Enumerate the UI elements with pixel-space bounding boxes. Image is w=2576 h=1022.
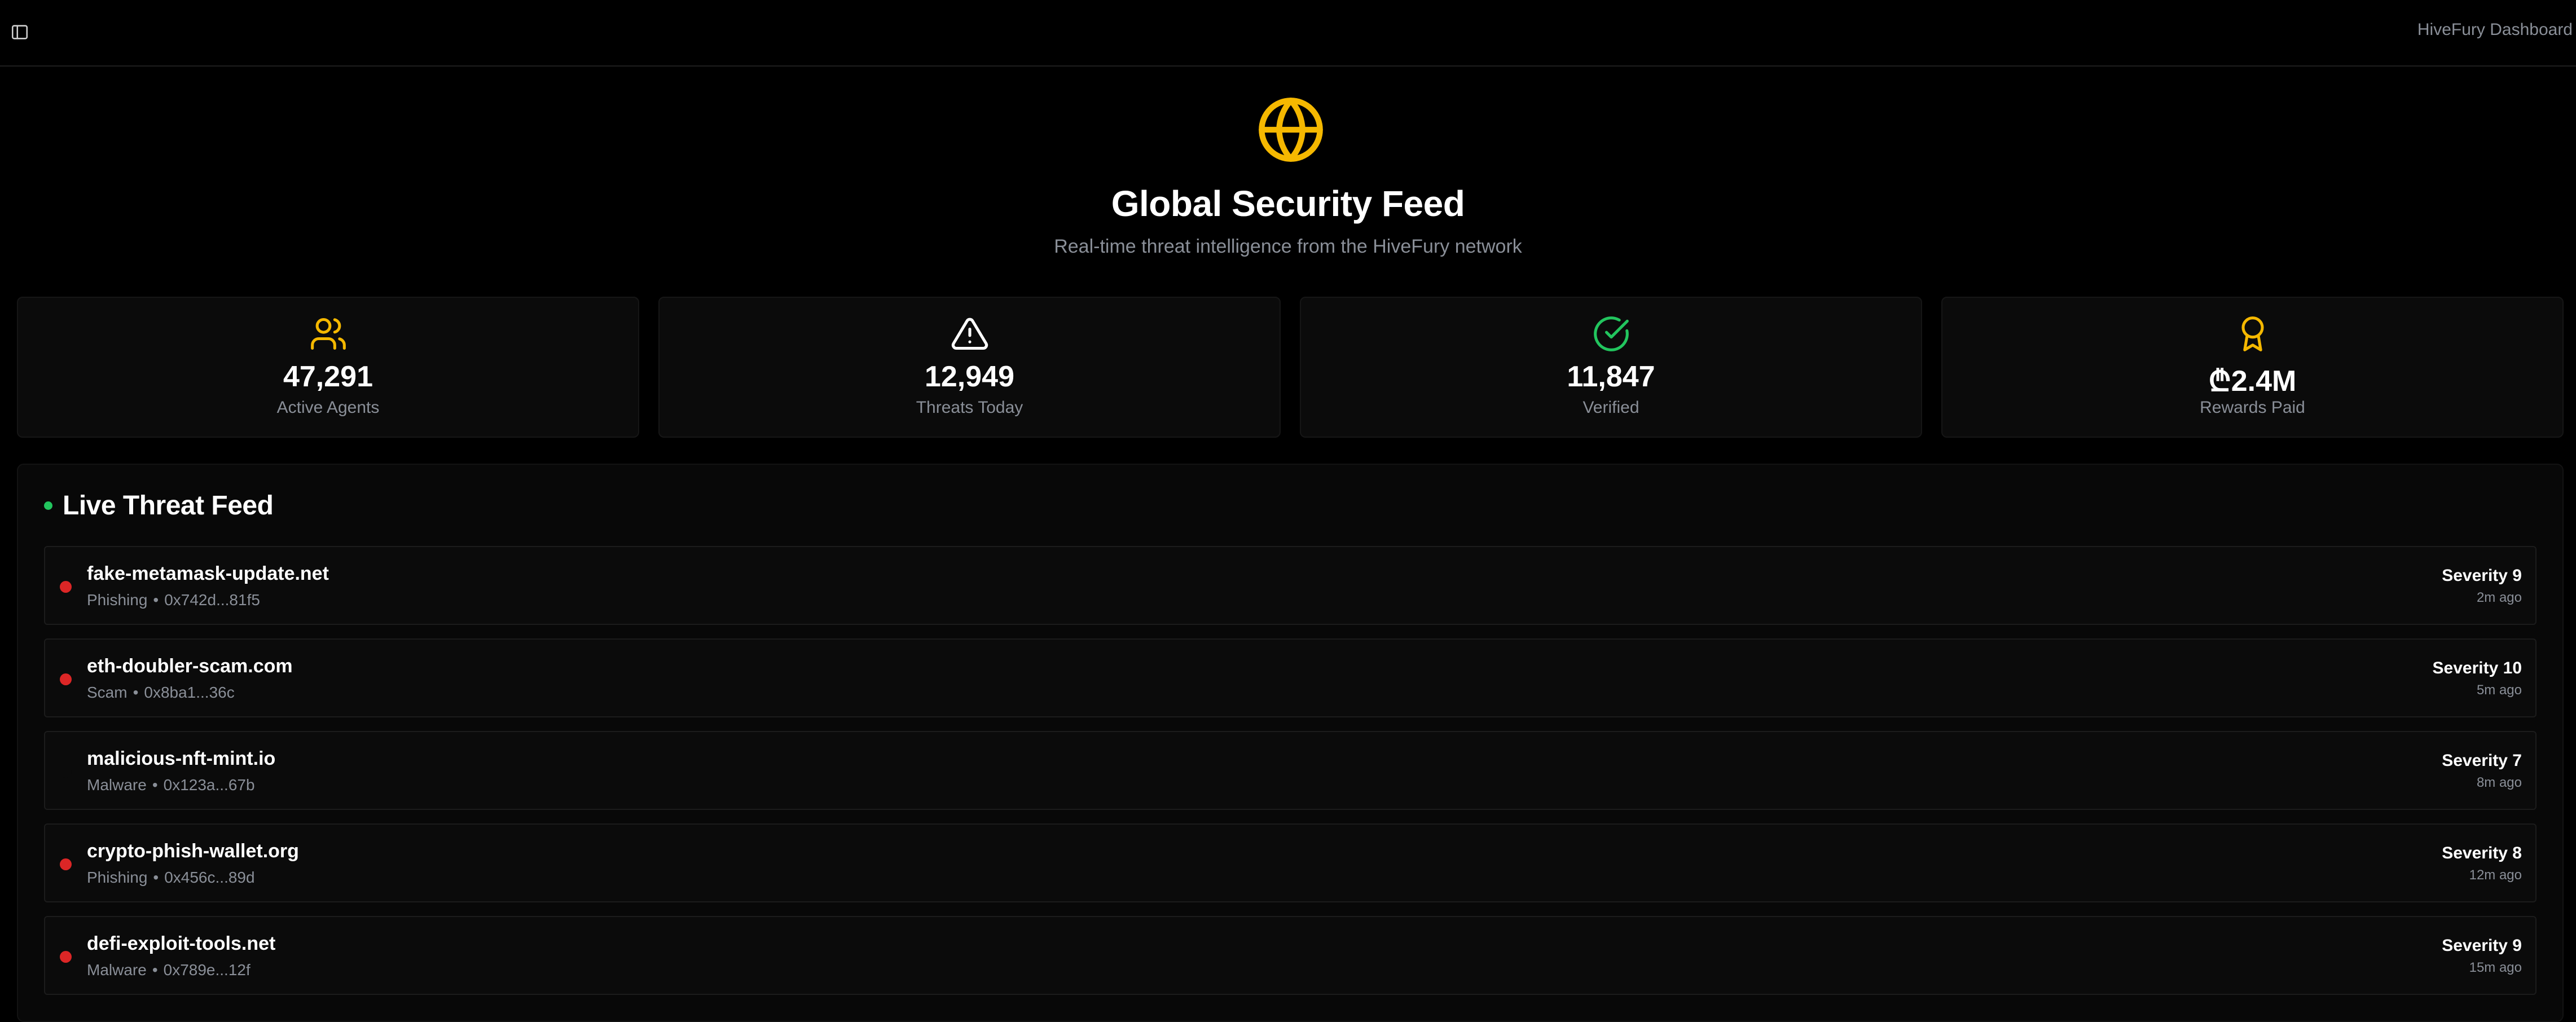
threat-category: Phishing	[87, 869, 148, 886]
hero-section: Global Security Feed Real-time threat in…	[0, 67, 2576, 270]
threat-meta: Scam • 0x8ba1...36c	[87, 684, 235, 701]
sidebar-toggle-icon[interactable]	[10, 23, 29, 42]
page-title: Global Security Feed	[1111, 183, 1465, 224]
threat-address: 0x789e...12f	[163, 961, 250, 979]
feed-title: Live Threat Feed	[63, 490, 274, 521]
threat-address: 0x123a...67b	[163, 776, 255, 794]
threat-severity: Severity 7	[2442, 751, 2522, 770]
globe-icon	[1256, 95, 1326, 165]
alert-triangle-icon	[951, 315, 989, 353]
check-circle-icon	[1592, 315, 1630, 353]
threat-row[interactable]: fake-metamask-update.net Phishing • 0x742d…	[44, 546, 2537, 625]
threat-category: Phishing	[87, 591, 148, 609]
threat-domain: eth-doubler-scam.com	[87, 655, 293, 677]
threat-timestamp: 12m ago	[2469, 867, 2522, 883]
stat-value: ₾2.4M	[2208, 365, 2297, 398]
threat-row[interactable]: eth-doubler-scam.com Scam • 0x8ba1...36c S…	[44, 638, 2537, 717]
threat-severity: Severity 8	[2442, 844, 2522, 862]
stat-value: 47,291	[283, 360, 373, 393]
top-bar: HiveFury Dashboard	[0, 0, 2576, 67]
threat-meta: Malware • 0x123a...67b	[87, 776, 255, 794]
award-icon	[2234, 315, 2272, 353]
threat-row[interactable]: defi-exploit-tools.net Malware • 0x789e...…	[44, 916, 2537, 995]
severity-dot	[60, 673, 72, 685]
threat-meta: Phishing • 0x742d...81f5	[87, 591, 260, 609]
threat-address: 0x8ba1...36c	[144, 684, 235, 701]
threat-severity: Severity 10	[2432, 659, 2522, 677]
threat-domain: malicious-nft-mint.io	[87, 748, 276, 769]
threat-category: Malware	[87, 961, 147, 979]
stats-row: 47,291 Active Agents 12,949 Threats Toda…	[17, 297, 2564, 438]
users-icon	[309, 315, 348, 353]
live-indicator-dot	[44, 501, 52, 510]
threat-row[interactable]: malicious-nft-mint.io Malware • 0x123a...6…	[44, 731, 2537, 810]
threat-timestamp: 8m ago	[2476, 775, 2522, 790]
threat-address: 0x456c...89d	[164, 869, 255, 886]
stat-label: Rewards Paid	[2200, 398, 2305, 417]
page-subtitle: Real-time threat intelligence from the H…	[1054, 236, 1522, 257]
threat-meta: Phishing • 0x456c...89d	[87, 869, 255, 886]
threat-address: 0x742d...81f5	[164, 591, 260, 609]
threat-domain: crypto-phish-wallet.org	[87, 840, 299, 862]
severity-dot	[60, 951, 72, 963]
threat-meta: Malware • 0x789e...12f	[87, 961, 250, 979]
threat-list: fake-metamask-update.net Phishing • 0x742d…	[44, 546, 2537, 1008]
severity-dot	[60, 858, 72, 870]
stat-card-verified: 11,847 Verified	[1300, 297, 1922, 438]
stat-label: Active Agents	[276, 398, 380, 417]
stat-card-active-agents: 47,291 Active Agents	[17, 297, 639, 438]
threat-timestamp: 2m ago	[2476, 590, 2522, 605]
app-title: HiveFury Dashboard	[2417, 20, 2573, 39]
threat-domain: defi-exploit-tools.net	[87, 933, 276, 954]
feed-header: Live Threat Feed	[44, 488, 274, 522]
stat-card-rewards-paid: ₾2.4M Rewards Paid	[1941, 297, 2564, 438]
live-threat-feed-panel: Live Threat Feed fake-metamask-update.ne…	[17, 464, 2564, 1022]
severity-dot	[60, 766, 72, 778]
threat-timestamp: 15m ago	[2469, 960, 2522, 975]
threat-severity: Severity 9	[2442, 936, 2522, 955]
severity-dot	[60, 581, 72, 593]
threat-category: Scam	[87, 684, 128, 701]
stat-label: Verified	[1582, 398, 1639, 417]
threat-severity: Severity 9	[2442, 566, 2522, 585]
stat-value: 12,949	[924, 360, 1015, 393]
threat-timestamp: 5m ago	[2476, 682, 2522, 698]
stat-value: 11,847	[1567, 360, 1655, 393]
threat-row[interactable]: crypto-phish-wallet.org Phishing • 0x456c.…	[44, 823, 2537, 902]
threat-category: Malware	[87, 776, 147, 794]
stat-label: Threats Today	[916, 398, 1023, 417]
stat-card-threats-today: 12,949 Threats Today	[658, 297, 1281, 438]
threat-domain: fake-metamask-update.net	[87, 563, 329, 584]
